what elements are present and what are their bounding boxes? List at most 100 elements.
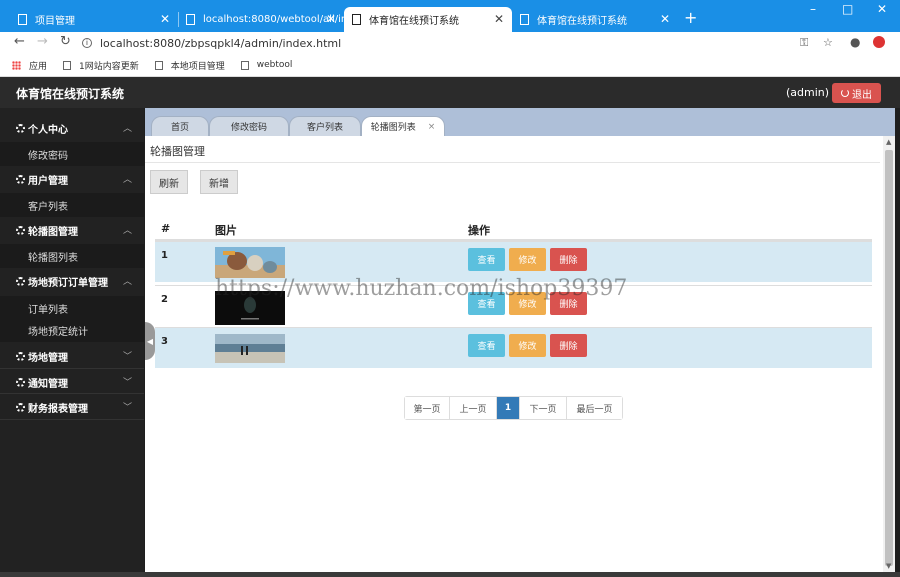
bookmark-item[interactable]: 1网站内容更新	[63, 59, 139, 72]
chevron-up-icon: ︿	[122, 124, 132, 134]
gear-icon	[16, 123, 25, 133]
view-button[interactable]: 查看	[468, 248, 505, 271]
sidebar-group-personal[interactable]: 个人中心 ︿	[0, 115, 144, 141]
browser-tab-title: 体育馆在线预订系统	[537, 16, 627, 27]
back-arrow-icon[interactable]: ←	[14, 34, 25, 49]
chevron-left-icon: ◀	[146, 336, 154, 346]
browser-tab-4[interactable]: 体育馆在线预订系统 ✕	[512, 7, 678, 32]
new-tab-button[interactable]: +	[684, 8, 697, 27]
browser-tab-3-active[interactable]: 体育馆在线预订系统 ✕	[344, 7, 512, 32]
sidebar-item-venue-stats[interactable]: 场地预定统计	[0, 318, 144, 342]
sidebar-group-finance[interactable]: 财务报表管理 ﹀	[0, 394, 144, 420]
minimize-icon[interactable]: –	[810, 2, 816, 16]
add-button[interactable]: 新增	[200, 170, 238, 194]
sidebar-group-label: 通知管理	[28, 378, 68, 390]
table-row: 3 查看 修改 删除	[155, 327, 872, 368]
tab-carousel-list[interactable]: 轮播图列表 ×	[361, 116, 445, 136]
close-tab-icon[interactable]: ✕	[326, 12, 336, 26]
button-label: 查看	[477, 256, 496, 266]
url-field[interactable]: i localhost:8080/zbpsqpkl4/admin/index.h…	[82, 33, 842, 53]
delete-button[interactable]: 删除	[550, 334, 587, 357]
bookmark-item[interactable]: 本地项目管理	[154, 59, 225, 72]
app-title: 体育馆在线预订系统	[16, 87, 125, 101]
sidebar-group-carousel[interactable]: 轮播图管理 ︿	[0, 217, 144, 243]
bookmark-apps[interactable]: 应用	[12, 59, 47, 72]
sidebar-item-label: 修改密码	[28, 150, 68, 162]
row-number: 1	[161, 250, 168, 261]
sidebar-collapse-handle[interactable]: ◀	[145, 322, 155, 360]
tab-label: 首页	[170, 123, 189, 133]
sidebar-item-label: 客户列表	[28, 201, 68, 213]
edit-button[interactable]: 修改	[509, 334, 546, 357]
extension-icon[interactable]	[873, 36, 885, 48]
edit-button[interactable]: 修改	[509, 248, 546, 271]
button-label: 查看	[477, 342, 496, 352]
sidebar-item-customers[interactable]: 客户列表	[0, 193, 144, 217]
browser-tab-2[interactable]: localhost:8080/webtool/all/in ✕	[178, 7, 347, 32]
reload-icon[interactable]: ↻	[60, 34, 71, 49]
page-icon	[240, 60, 249, 70]
sidebar-item-change-password[interactable]: 修改密码	[0, 142, 144, 166]
button-label: 新增	[209, 178, 229, 190]
page-next-button[interactable]: 下一页	[520, 397, 567, 419]
close-tab-icon[interactable]: ×	[428, 122, 436, 132]
button-label: 删除	[559, 256, 578, 266]
key-icon[interactable]: ⚿	[800, 36, 808, 50]
page-prev-button[interactable]: 上一页	[450, 397, 497, 419]
page-label: 下一页	[529, 404, 557, 415]
main-content: 首页 修改密码 客户列表 轮播图列表 × 轮播图管理 刷新 新增 # 图片 操作…	[145, 108, 895, 572]
browser-tab-strip: 项目管理 ✕ localhost:8080/webtool/all/in ✕ 体…	[0, 0, 900, 32]
sidebar-item-label: 轮播图列表	[28, 252, 78, 264]
close-window-icon[interactable]: ✕	[877, 2, 887, 16]
sidebar-item-label: 订单列表	[28, 304, 68, 316]
scrollbar-thumb[interactable]	[885, 150, 893, 566]
title-divider	[145, 162, 880, 163]
table-header: # 图片 操作	[155, 212, 872, 241]
page-label: 最后一页	[576, 404, 613, 415]
tab-label: 修改密码	[230, 123, 267, 133]
star-icon[interactable]: ☆	[823, 36, 833, 49]
page-icon	[18, 14, 27, 25]
logout-button[interactable]: 退出	[832, 83, 881, 103]
refresh-button[interactable]: 刷新	[150, 170, 188, 194]
sidebar-group-label: 场地预订订单管理	[28, 277, 108, 289]
scroll-up-icon[interactable]: ▲	[886, 138, 891, 146]
maximize-icon[interactable]: □	[842, 2, 853, 16]
view-button[interactable]: 查看	[468, 334, 505, 357]
close-tab-icon[interactable]: ✕	[160, 12, 170, 26]
delete-button[interactable]: 删除	[550, 248, 587, 271]
tab-home[interactable]: 首页	[151, 116, 209, 136]
page-label: 1	[504, 403, 512, 413]
page-current-button[interactable]: 1	[497, 397, 520, 419]
gear-icon	[16, 174, 25, 184]
page-first-button[interactable]: 第一页	[405, 397, 450, 419]
page-label: 上一页	[459, 404, 487, 415]
page-icon	[520, 14, 529, 25]
sidebar-item-order-list[interactable]: 订单列表	[0, 296, 144, 320]
page-last-button[interactable]: 最后一页	[567, 397, 622, 419]
profile-icon[interactable]: ●	[850, 35, 860, 49]
chevron-down-icon: ﹀	[122, 403, 132, 413]
bookmark-item[interactable]: webtool	[240, 60, 292, 70]
sidebar-group-orders[interactable]: 场地预订订单管理 ︿	[0, 268, 144, 294]
chevron-up-icon: ︿	[122, 226, 132, 236]
sidebar-item-carousel-list[interactable]: 轮播图列表	[0, 244, 144, 268]
column-header-index: #	[161, 222, 171, 235]
tab-label: 轮播图列表	[370, 123, 416, 133]
pagination: 第一页 上一页 1 下一页 最后一页	[404, 396, 623, 420]
bookmark-label: 应用	[29, 61, 48, 72]
sidebar-group-venues[interactable]: 场地管理 ﹀	[0, 343, 144, 369]
sidebar-group-users[interactable]: 用户管理 ︿	[0, 166, 144, 192]
browser-tab-1[interactable]: 项目管理 ✕	[10, 7, 179, 32]
close-tab-icon[interactable]: ✕	[494, 12, 504, 26]
forward-arrow-icon[interactable]: →	[37, 34, 48, 49]
sidebar-group-notices[interactable]: 通知管理 ﹀	[0, 369, 144, 395]
gear-icon	[16, 225, 25, 235]
scroll-down-icon[interactable]: ▼	[886, 562, 891, 570]
tab-change-password[interactable]: 修改密码	[209, 116, 289, 136]
tab-customer-list[interactable]: 客户列表	[289, 116, 361, 136]
close-tab-icon[interactable]: ✕	[660, 12, 670, 26]
vertical-scrollbar[interactable]: ▲ ▼	[883, 136, 895, 572]
info-icon[interactable]: i	[82, 38, 92, 48]
bookmarks-bar: 应用 1网站内容更新 本地项目管理 webtool	[0, 54, 900, 77]
